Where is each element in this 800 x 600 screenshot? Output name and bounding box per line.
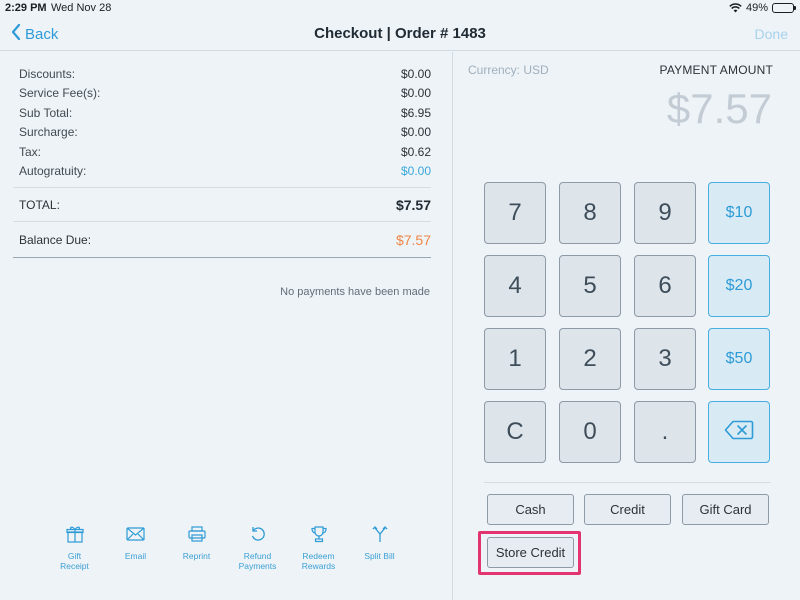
status-time: 2:29 PM <box>5 2 47 14</box>
envelope-icon <box>126 523 145 545</box>
total-value: $7.57 <box>395 196 431 213</box>
redeem-rewards-button[interactable]: Redeem Rewards <box>288 523 349 571</box>
key-9[interactable]: 9 <box>634 182 696 244</box>
key-6[interactable]: 6 <box>634 255 696 317</box>
summary-value: $0.00 <box>400 125 431 140</box>
credit-button[interactable]: Credit <box>584 494 671 525</box>
summary-row-tax: Tax: $0.62 <box>13 142 431 162</box>
tender-divider <box>484 482 771 483</box>
total-row: TOTAL: $7.57 <box>13 187 431 222</box>
gift-icon <box>65 523 84 545</box>
summary-label: Autogratuity: <box>19 164 87 179</box>
printer-icon <box>187 523 206 545</box>
key-2[interactable]: 2 <box>559 328 621 390</box>
order-summary-pane: Discounts: $0.00 Service Fee(s): $0.00 S… <box>0 52 453 600</box>
action-bar: Gift Receipt Email Reprint Refund Paymen… <box>44 523 410 571</box>
summary-row-discounts: Discounts: $0.00 <box>13 64 431 84</box>
quick-amount-20-button[interactable]: $20 <box>708 255 770 317</box>
key-4[interactable]: 4 <box>484 255 546 317</box>
reprint-button[interactable]: Reprint <box>166 523 227 571</box>
undo-icon <box>249 523 267 545</box>
gift-card-button[interactable]: Gift Card <box>682 494 769 525</box>
summary-value: $0.00 <box>400 66 431 81</box>
cash-button[interactable]: Cash <box>487 494 574 525</box>
payment-amount-display: $7.57 <box>666 85 772 132</box>
refund-payments-button[interactable]: Refund Payments <box>227 523 288 571</box>
key-8[interactable]: 8 <box>559 182 621 244</box>
quick-amount-10-button[interactable]: $10 <box>708 182 770 244</box>
balance-due-label: Balance Due: <box>19 232 92 247</box>
battery-percent: 49% <box>745 2 768 14</box>
backspace-icon <box>724 420 754 445</box>
autogratuity-value-link[interactable]: $0.00 <box>401 164 431 178</box>
key-1[interactable]: 1 <box>484 328 546 390</box>
summary-label: Discounts: <box>19 66 76 81</box>
summary-label: Sub Total: <box>19 105 73 120</box>
email-button[interactable]: Email <box>105 523 166 571</box>
store-credit-highlight <box>478 531 581 575</box>
summary-row-service-fees: Service Fee(s): $0.00 <box>13 84 431 104</box>
summary-row-autogratuity[interactable]: Autogratuity: $0.00 <box>13 162 431 182</box>
summary-value: $0.62 <box>400 144 431 159</box>
payment-amount-label: PAYMENT AMOUNT <box>659 63 773 77</box>
key-3[interactable]: 3 <box>634 328 696 390</box>
action-label: Reprint <box>182 551 211 561</box>
page-title: Checkout | Order # 1483 <box>314 25 486 42</box>
summary-value: $6.95 <box>400 105 431 120</box>
balance-due-value: $7.57 <box>395 231 431 248</box>
summary-label: Service Fee(s): <box>19 86 101 101</box>
key-5[interactable]: 5 <box>559 255 621 317</box>
action-label: Redeem Rewards <box>301 551 336 571</box>
action-label: Split Bill <box>364 551 395 561</box>
nav-bar: Back Checkout | Order # 1483 Done <box>0 16 800 51</box>
status-date: Wed Nov 28 <box>51 2 112 14</box>
split-icon <box>372 523 388 545</box>
gift-receipt-button[interactable]: Gift Receipt <box>44 523 105 571</box>
summary-row-subtotal: Sub Total: $6.95 <box>13 103 431 123</box>
action-label: Email <box>124 551 147 561</box>
status-bar: 2:29 PM Wed Nov 28 49% <box>0 0 800 16</box>
summary-label: Surcharge: <box>19 125 78 140</box>
battery-icon <box>772 3 796 13</box>
quick-amount-50-button[interactable]: $50 <box>708 328 770 390</box>
no-payments-message: No payments have been made <box>280 286 430 298</box>
order-summary: Discounts: $0.00 Service Fee(s): $0.00 S… <box>13 64 431 258</box>
summary-label: Tax: <box>19 144 42 159</box>
key-7[interactable]: 7 <box>484 182 546 244</box>
split-bill-button[interactable]: Split Bill <box>349 523 410 571</box>
key-clear[interactable]: C <box>484 401 546 463</box>
action-label: Gift Receipt <box>60 551 89 571</box>
total-label: TOTAL: <box>19 197 60 212</box>
currency-label: Currency: USD <box>468 63 549 77</box>
action-label: Refund Payments <box>238 551 277 571</box>
status-indicators: 49% <box>729 2 796 14</box>
summary-value: $0.00 <box>400 86 431 101</box>
wifi-icon <box>729 3 742 13</box>
balance-due-row: Balance Due: $7.57 <box>13 222 431 258</box>
trophy-icon <box>310 523 328 545</box>
backspace-button[interactable] <box>708 401 770 463</box>
key-decimal[interactable]: . <box>634 401 696 463</box>
key-0[interactable]: 0 <box>559 401 621 463</box>
done-button[interactable]: Done <box>755 26 788 42</box>
summary-row-surcharge: Surcharge: $0.00 <box>13 123 431 143</box>
